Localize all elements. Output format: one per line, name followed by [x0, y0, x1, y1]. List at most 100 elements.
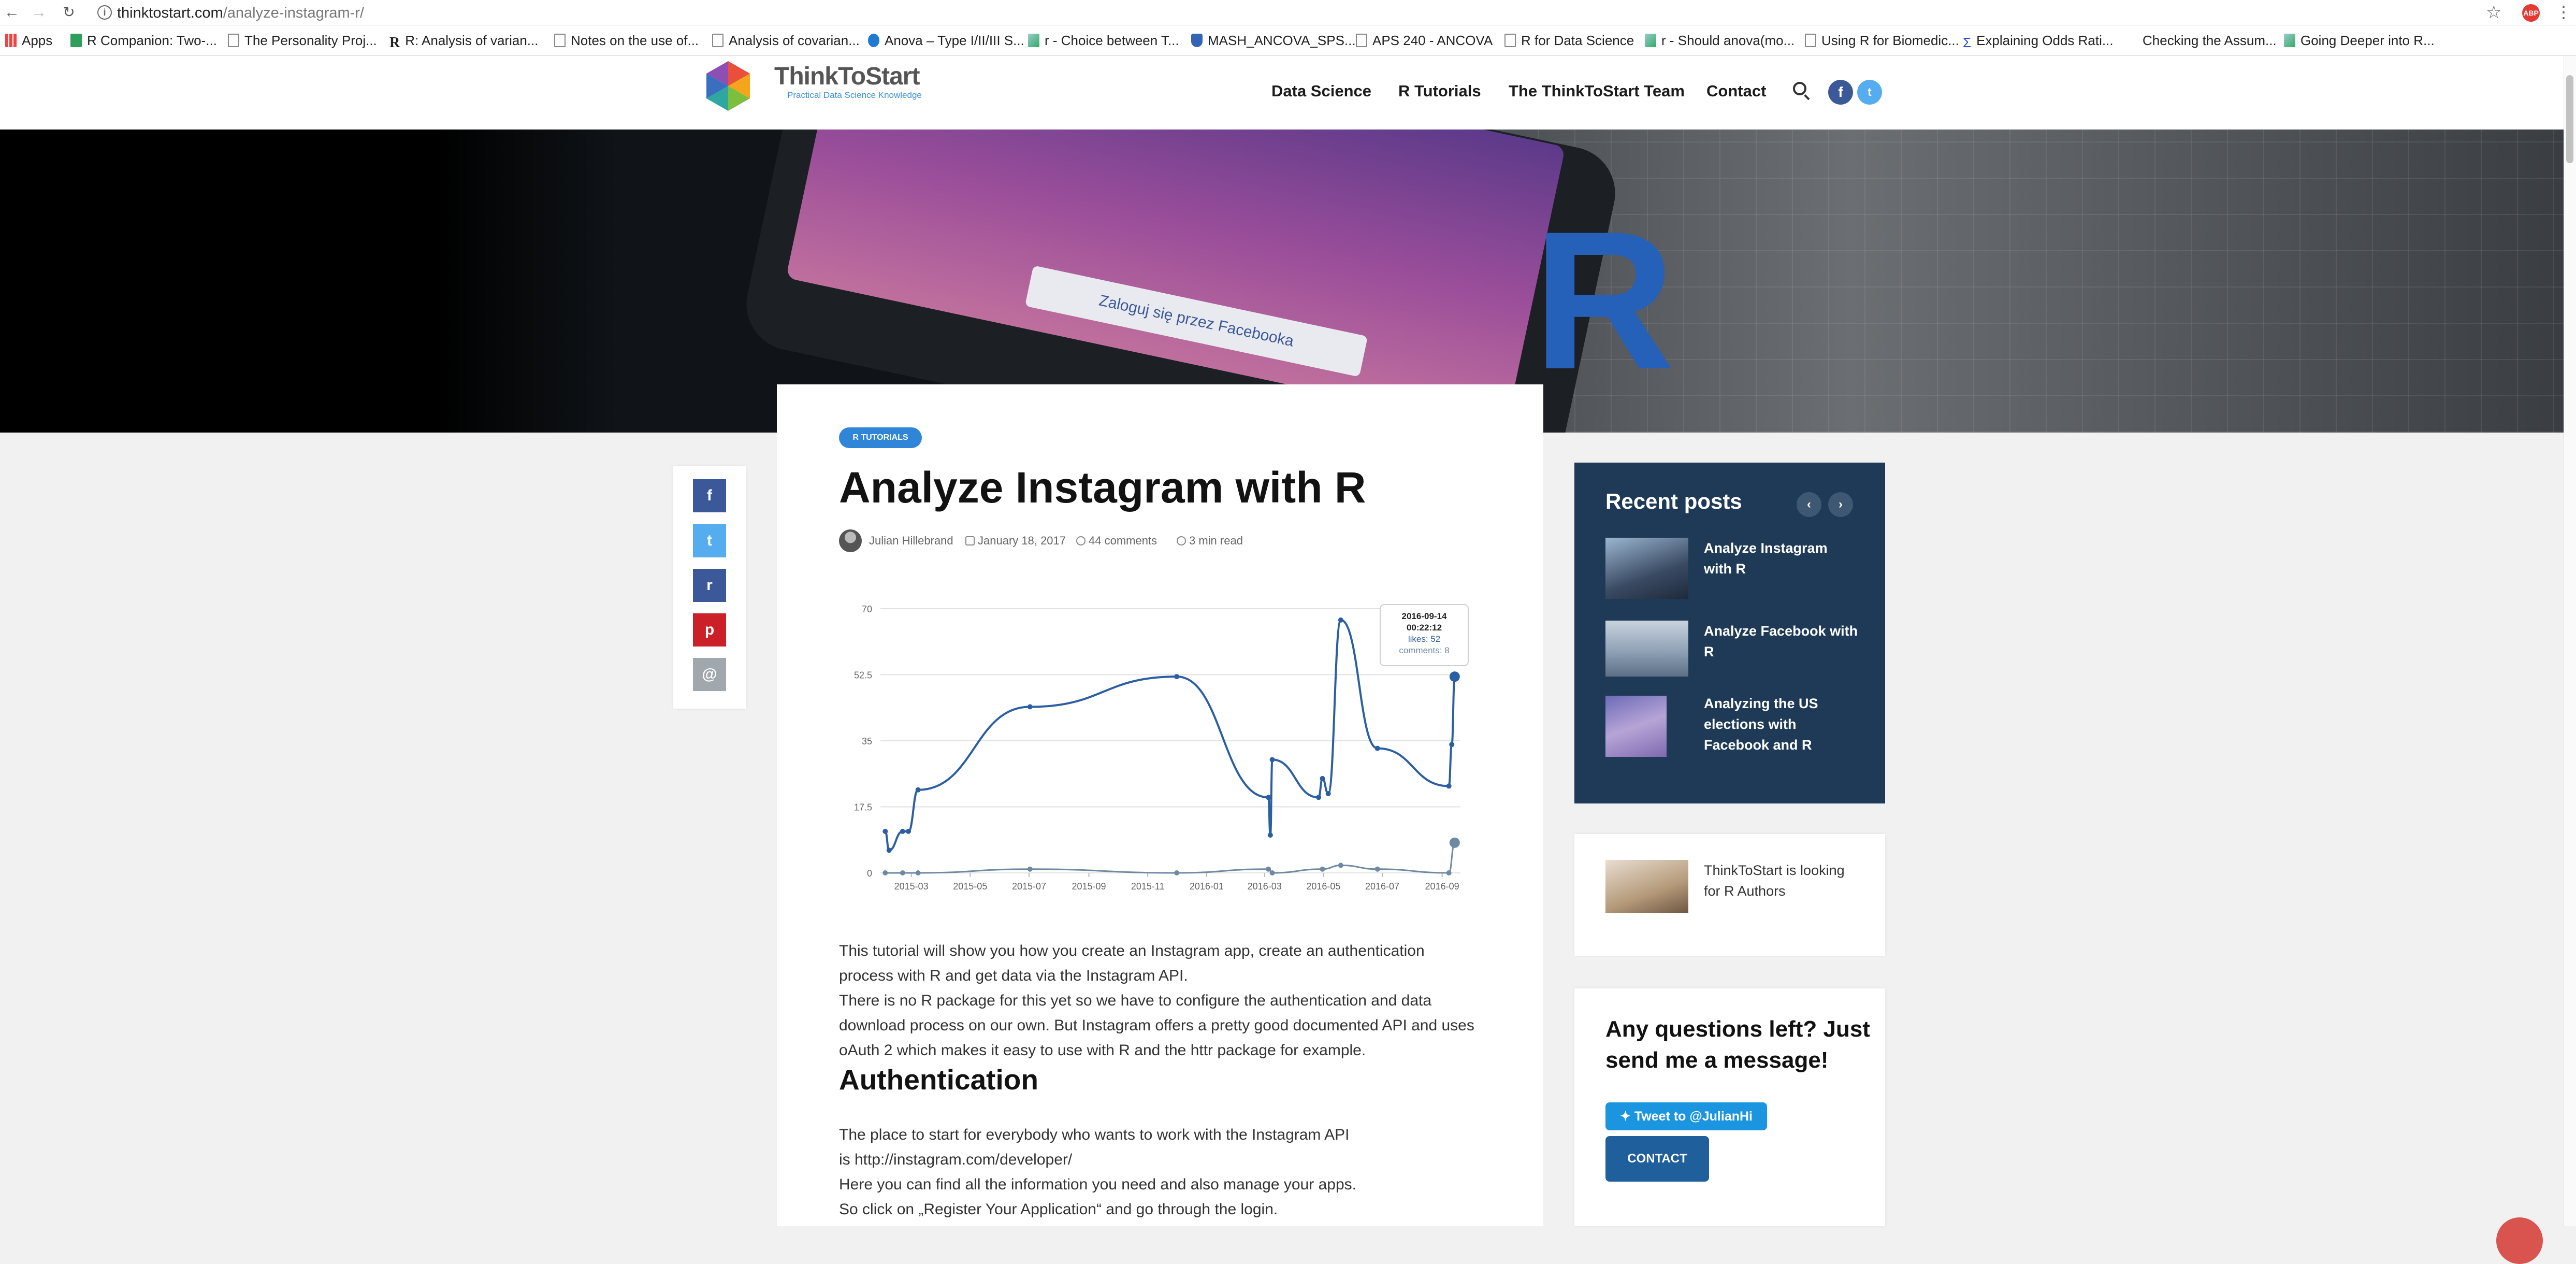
author-name[interactable]: Julian Hillebrand [869, 534, 953, 548]
bookmark-item[interactable]: R for Data Science [1504, 33, 1634, 48]
recent-next-arrow-icon[interactable]: › [1828, 492, 1853, 517]
shield-icon [1191, 34, 1203, 47]
x-tick-label: 2016-05 [1306, 881, 1340, 892]
bookmark-item[interactable]: r - Choice between T... [1028, 33, 1179, 48]
authors-post-link[interactable]: ThinkToStart is looking for R Authors [1704, 860, 1859, 901]
thinktostart-logo-icon[interactable] [703, 60, 753, 112]
bookmark-item[interactable]: Using R for Biomedic... [1805, 33, 1959, 48]
bookmark-label: Checking the Assum... [2143, 33, 2277, 48]
url-path: /analyze-instagram-r/ [223, 5, 365, 21]
tweet-to-button[interactable]: ✦ Tweet to @JulianHi [1605, 1102, 1767, 1130]
reload-icon[interactable]: ↻ [61, 3, 77, 22]
bookmark-star-icon[interactable]: ☆ [2486, 2, 2501, 23]
y-tick-label: 70 [862, 604, 872, 614]
authentication-heading: Authentication [839, 1064, 1038, 1096]
bookmarks-bar: Apps R Companion: Two-... The Personality … [0, 25, 2576, 56]
bookmark-item[interactable]: R Companion: Two-... [70, 33, 217, 48]
author-avatar[interactable] [839, 529, 862, 552]
site-info-icon[interactable]: i [97, 5, 112, 20]
bookmark-label: R: Analysis of varian... [405, 33, 539, 48]
instagram-likes-chart[interactable]: 0 17.5 35 52.5 70 2015-03 2015-05 2015-07 2015-0… [849, 593, 1471, 899]
comment-count[interactable]: 44 comments [1076, 534, 1157, 548]
bookmark-label: Anova – Type I/II/III S... [885, 33, 1024, 48]
menu-data-science[interactable]: Data Science [1271, 82, 1371, 100]
bookmark-label: R for Data Science [1521, 33, 1634, 48]
bookmark-item[interactable]: Analysis of covarian... [712, 33, 860, 48]
data-point-comments [1374, 866, 1380, 872]
browser-menu-icon[interactable]: ⋮ [2555, 2, 2572, 22]
forward-icon[interactable]: → [31, 3, 47, 22]
back-icon[interactable]: ← [4, 3, 20, 22]
recent-post-2[interactable]: Analyze Facebook with R [1704, 621, 1859, 662]
paragraph-line: So click on „Register Your Application“ … [839, 1201, 1278, 1218]
tooltip-text: comments: 8 [1399, 645, 1449, 655]
bookmark-item[interactable]: Checking the Assum... [2143, 33, 2277, 48]
bookmark-label: R Companion: Two-... [87, 33, 217, 48]
header-facebook-icon[interactable]: f [1828, 80, 1853, 105]
page-icon [228, 34, 239, 47]
page-scrollbar[interactable] [2564, 56, 2576, 1226]
data-point-likes [1446, 783, 1452, 789]
recent-post-3[interactable]: Analyzing the US elections with Facebook… [1704, 693, 1859, 755]
recent-prev-arrow-icon[interactable]: ‹ [1797, 492, 1821, 517]
bookmark-label: Notes on the use of... [571, 33, 699, 48]
bookmark-item[interactable]: APS 240 - ANCOVA [1356, 33, 1493, 48]
bookmark-item[interactable]: Apps [5, 33, 52, 48]
bookmark-label: The Personality Proj... [244, 33, 377, 48]
url-host: thinktostart.com [117, 5, 223, 21]
contact-widget-title: Any questions left? Just send me a messa… [1605, 1016, 1870, 1073]
recent-thumb-instagram[interactable] [1605, 538, 1688, 599]
x-tick-label: 2015-05 [953, 881, 987, 892]
data-point-likes [1269, 757, 1275, 763]
recent-thumb-facebook[interactable] [1605, 621, 1688, 677]
bookmark-item[interactable]: Anova – Type I/II/III S... [868, 33, 1024, 48]
green-page-icon [70, 34, 82, 47]
search-icon[interactable] [1793, 82, 1806, 95]
calendar-icon [965, 536, 975, 545]
x-tick-label: 2016-09 [1425, 881, 1459, 892]
tweet-label: Tweet to @JulianHi [1634, 1109, 1753, 1124]
bookmark-item[interactable]: Σ Explaining Odds Rati... [1963, 33, 2114, 50]
paragraph-line: Here you can find all the information yo… [839, 1176, 1356, 1193]
share-twitter-button[interactable]: t [693, 524, 726, 557]
bookmark-item[interactable]: r - Should anova(mo... [1645, 33, 1794, 48]
bookmark-item[interactable]: R R: Analysis of varian... [389, 33, 539, 50]
data-point-likes [1320, 775, 1325, 781]
bookmark-item[interactable]: MASH_ANCOVA_SPS... [1191, 33, 1356, 48]
share-facebook-button[interactable]: f [693, 479, 726, 512]
hero-r-letter: R [1533, 190, 1675, 410]
menu-r-tutorials[interactable]: R Tutorials [1398, 82, 1481, 100]
bookmark-item[interactable]: Going Deeper into R... [2284, 33, 2435, 48]
apps-grid-icon [5, 34, 17, 47]
data-point-likes [882, 828, 888, 834]
contact-button[interactable]: CONTACT [1605, 1136, 1709, 1182]
recent-posts-title: Recent posts [1605, 489, 1742, 513]
logo-name[interactable]: ThinkToStart [774, 62, 920, 91]
scrollbar-thumb[interactable] [2566, 75, 2573, 163]
recent-thumb-elections[interactable] [1605, 696, 1667, 757]
bookmark-item[interactable]: The Personality Proj... [228, 33, 377, 48]
bookmark-label: r - Should anova(mo... [1661, 33, 1795, 48]
header-twitter-icon[interactable]: t [1857, 80, 1882, 105]
authors-thumb[interactable] [1605, 860, 1688, 913]
x-tick-label: 2015-07 [1012, 881, 1046, 892]
bookmark-item[interactable]: Notes on the use of... [554, 33, 699, 48]
adblock-icon[interactable]: ABP [2522, 4, 2540, 22]
share-email-button[interactable]: @ [693, 658, 726, 691]
tooltip-text: 00:22:12 [1407, 623, 1442, 633]
tweet-bird-icon: ✦ [1619, 1109, 1634, 1124]
sigma-icon: Σ [1963, 35, 1972, 50]
category-badge[interactable]: R TUTORIALS [839, 427, 922, 448]
paragraph-line: is http://instagram.com/developer/ [839, 1151, 1073, 1168]
data-point-likes [1174, 674, 1180, 680]
data-point-likes [1027, 704, 1033, 710]
share-pinterest-button[interactable]: p [693, 613, 726, 647]
menu-contact[interactable]: Contact [1706, 82, 1766, 100]
y-tick-label: 0 [867, 868, 872, 879]
bookmark-label: MASH_ANCOVA_SPS... [1208, 33, 1356, 48]
menu-team[interactable]: The ThinkToStart Team [1509, 82, 1685, 100]
share-reddit-button[interactable]: r [693, 569, 726, 602]
floating-action-button[interactable] [2496, 1217, 2543, 1264]
address-bar[interactable]: thinktostart.com/analyze-instagram-r/ [117, 5, 364, 22]
recent-post-1[interactable]: Analyze Instagram with R [1704, 538, 1859, 579]
